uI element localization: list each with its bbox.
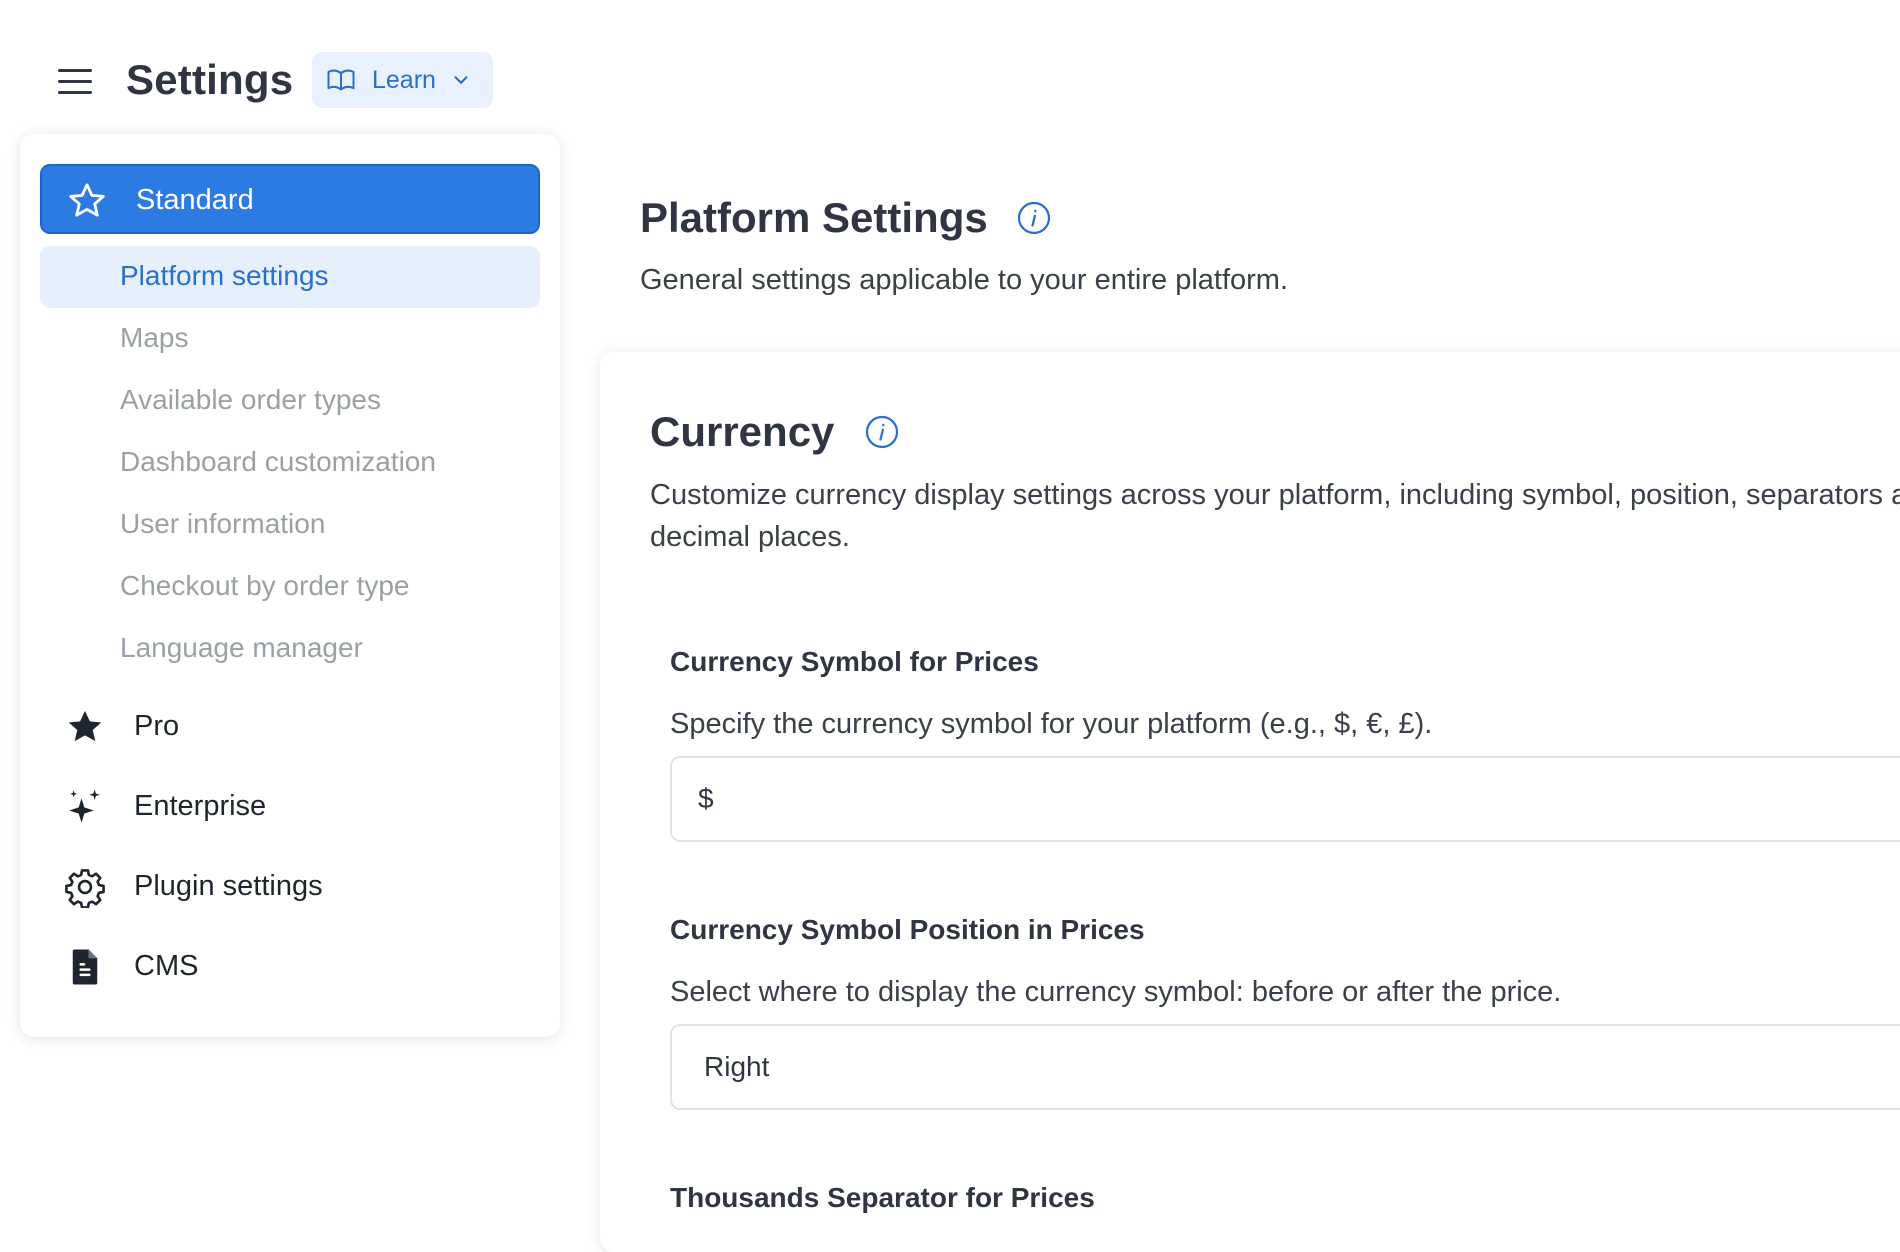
sparkles-icon	[69, 789, 100, 823]
sidebar-item-dashboard-customization[interactable]: Dashboard customization	[40, 432, 540, 494]
currency-card: Currency Customize currency display sett…	[600, 352, 1900, 1252]
gear-icon	[65, 869, 105, 908]
info-icon[interactable]	[864, 414, 900, 450]
sidebar-item-platform-settings[interactable]: Platform settings	[40, 246, 540, 308]
star-outline-icon	[69, 183, 105, 217]
sidebar-section-standard[interactable]: Standard	[40, 164, 540, 234]
sidebar-item-maps[interactable]: Maps	[40, 308, 540, 370]
book-icon	[327, 69, 355, 91]
page-subtitle: General settings applicable to your enti…	[640, 264, 1289, 296]
sidebar-section-enterprise[interactable]: Enterprise	[40, 772, 540, 842]
document-icon	[72, 949, 98, 985]
chevron-down-icon	[454, 76, 468, 84]
symbol-position-select[interactable]: Right	[670, 1024, 1900, 1110]
symbol-position-help: Select where to display the currency sym…	[670, 976, 1562, 1008]
menu-icon[interactable]	[52, 62, 96, 102]
learn-button[interactable]: Learn	[312, 52, 493, 108]
sidebar-section-cms[interactable]: CMS	[40, 932, 540, 1002]
sidebar-item-user-information[interactable]: User information	[40, 494, 540, 556]
top-bar: Settings Learn	[0, 0, 1900, 130]
sidebar: Standard Platform settings Maps Availabl…	[20, 134, 560, 1037]
symbol-position-label: Currency Symbol Position in Prices	[670, 914, 1145, 945]
card-title: Currency	[650, 408, 835, 455]
app-title: Settings	[126, 56, 294, 103]
sidebar-item-checkout-by-order-type[interactable]: Checkout by order type	[40, 556, 540, 618]
learn-label: Learn	[372, 65, 436, 94]
sidebar-item-available-order-types[interactable]: Available order types	[40, 370, 540, 432]
card-description: Customize currency display settings acro…	[650, 479, 1900, 553]
sidebar-section-label: Standard	[136, 184, 254, 216]
currency-symbol-help: Specify the currency symbol for your pla…	[670, 708, 1433, 740]
sidebar-section-pro[interactable]: Pro	[40, 692, 540, 762]
thousands-separator-label: Thousands Separator for Prices	[670, 1182, 1095, 1213]
currency-symbol-label: Currency Symbol for Prices	[670, 646, 1039, 677]
sidebar-section-plugin-settings[interactable]: Plugin settings	[40, 852, 540, 922]
sidebar-item-language-manager[interactable]: Language manager	[40, 618, 540, 680]
currency-symbol-input[interactable]: $	[670, 756, 1900, 842]
star-filled-icon	[68, 710, 102, 742]
page-title: Platform Settings	[640, 194, 988, 241]
info-icon[interactable]	[1016, 200, 1052, 236]
